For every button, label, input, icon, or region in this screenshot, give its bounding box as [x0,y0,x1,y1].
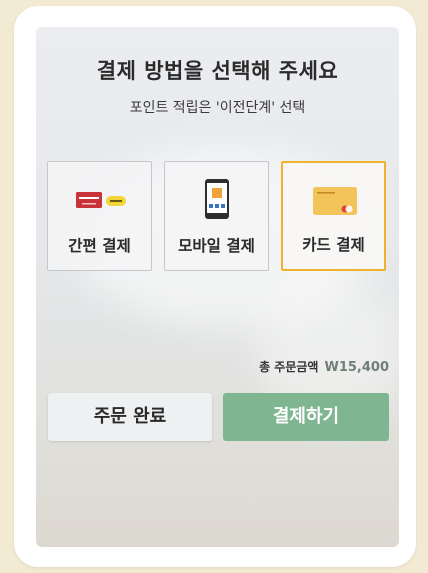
easy-pay-cards-icon [48,178,151,222]
credit-card-icon [283,179,384,223]
pay-button[interactable]: 결제하기 [223,393,389,441]
card-pay-label: 카드 결제 [302,236,365,254]
order-total-label: 총 주문금액 [259,360,319,374]
kiosk-screen: 결제 방법을 선택해 주세요 포인트 적립은 '이전단계' 선택 간편 결제 모… [36,27,399,547]
page-title: 결제 방법을 선택해 주세요 [96,59,339,83]
mobile-pay-option[interactable]: 모바일 결제 [164,161,269,271]
order-total-amount: W15,400 [324,360,389,375]
easy-pay-option[interactable]: 간편 결제 [47,161,152,271]
order-total: 총 주문금액 W15,400 [259,358,389,375]
page-subtitle: 포인트 적립은 '이전단계' 선택 [129,100,306,116]
card-pay-option[interactable]: 카드 결제 [281,161,386,271]
mobile-phone-icon [165,178,268,222]
mobile-pay-label: 모바일 결제 [178,237,255,255]
complete-order-button[interactable]: 주문 완료 [48,393,212,441]
easy-pay-label: 간편 결제 [68,237,131,255]
